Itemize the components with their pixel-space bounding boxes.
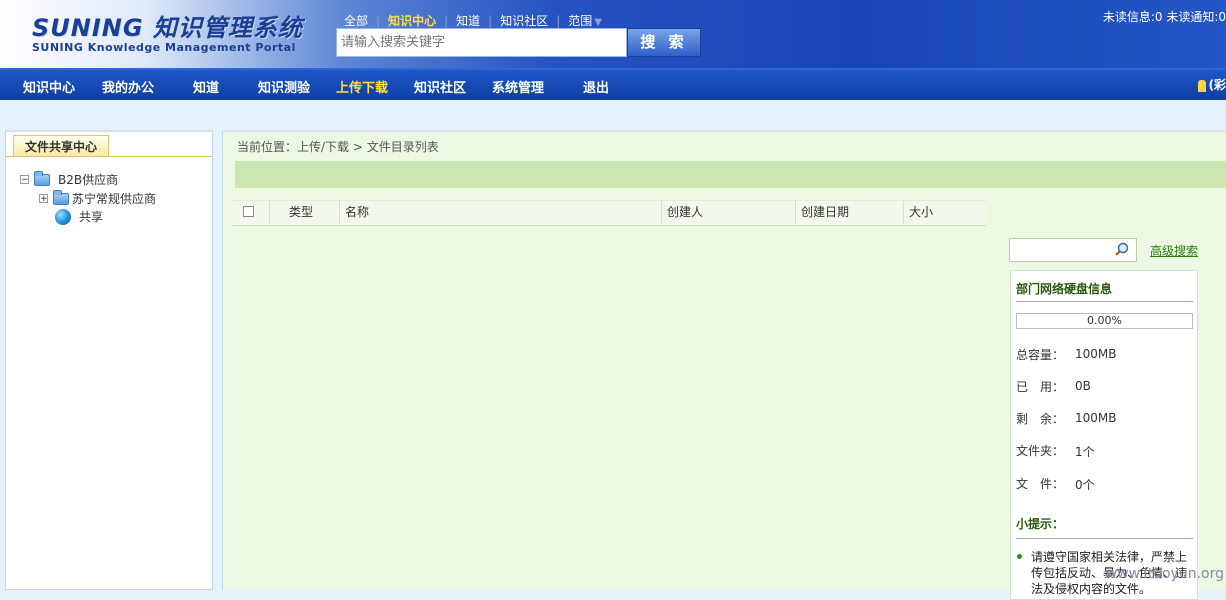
info-value-remaining: 100MB xyxy=(1075,411,1117,425)
main-nav: 知识中心 我的办公 知道 知识测验 上传下载 知识社区 系统管理 退出 (彩 xyxy=(0,68,1226,100)
person-icon xyxy=(1198,80,1206,92)
nav-item-my-office[interactable]: 我的办公 xyxy=(102,77,154,96)
column-header-type[interactable]: 类型 xyxy=(269,201,339,224)
info-value-used: 0B xyxy=(1075,379,1091,393)
info-value-total: 100MB xyxy=(1075,347,1117,361)
nav-item-logout[interactable]: 退出 xyxy=(583,77,609,96)
search-input[interactable] xyxy=(336,28,627,57)
nav-item-system-admin[interactable]: 系统管理 xyxy=(492,77,544,96)
scope-link-community[interactable]: 知识社区 xyxy=(500,14,548,28)
logo[interactable]: SUNING 知识管理系统 xyxy=(32,8,303,43)
globe-icon xyxy=(55,209,71,225)
table-header: 类型 名称 创建人 创建日期 大小 xyxy=(231,200,986,226)
header: SUNING 知识管理系统 SUNING Knowledge Managemen… xyxy=(0,0,1226,68)
scope-link-range[interactable]: 范围 xyxy=(568,14,592,28)
tab-underline xyxy=(6,156,212,157)
divider: | xyxy=(376,14,380,28)
disk-info-title: 部门网络硬盘信息 xyxy=(1016,280,1112,297)
select-all-checkbox[interactable] xyxy=(243,206,254,217)
tree-node-label: 共享 xyxy=(79,208,103,225)
logo-subtitle: SUNING Knowledge Management Portal xyxy=(32,41,296,54)
nav-item-knowledge-center[interactable]: 知识中心 xyxy=(23,77,75,96)
watermark: www.ftooyun.org xyxy=(1106,566,1224,582)
theme-switch[interactable]: (彩 xyxy=(1198,76,1226,93)
column-header-size[interactable]: 大小 xyxy=(903,201,986,224)
search-icon[interactable] xyxy=(1115,242,1129,256)
select-all-cell xyxy=(231,201,269,224)
collapse-icon[interactable]: − xyxy=(20,175,29,184)
column-header-creator[interactable]: 创建人 xyxy=(661,201,795,224)
bullet-icon xyxy=(1017,554,1022,559)
scope-link-all[interactable]: 全部 xyxy=(344,14,368,28)
divider: | xyxy=(488,14,492,28)
file-share-panel: 文件共享中心 − B2B供应商 + 苏宁常规供应商 共享 xyxy=(5,130,213,590)
progress-text: 0.00% xyxy=(1017,314,1192,328)
divider: | xyxy=(444,14,448,28)
tree-node-shared[interactable]: 共享 xyxy=(55,208,103,225)
file-list-area: 当前位置：上传/下载 > 文件目录列表 类型 名称 创建人 创建日期 大小 高级… xyxy=(222,130,1226,590)
search-scope-links: 全部 | 知识中心 | 知道 | 知识社区 | 范围▼ xyxy=(344,12,602,29)
toolbar-bar xyxy=(235,161,1226,188)
expand-icon[interactable]: + xyxy=(39,194,48,203)
info-label-folders: 文件夹： xyxy=(1016,442,1064,459)
info-label-used: 已 用： xyxy=(1016,378,1064,395)
info-label-total: 总容量： xyxy=(1016,346,1064,363)
divider xyxy=(1016,301,1193,302)
info-label-remaining: 剩 余： xyxy=(1016,410,1064,427)
folder-icon xyxy=(53,193,69,205)
scope-link-knowledge-center[interactable]: 知识中心 xyxy=(388,14,436,28)
tip-title: 小提示： xyxy=(1016,515,1064,532)
scope-link-zhidao[interactable]: 知道 xyxy=(456,14,480,28)
column-header-created-date[interactable]: 创建日期 xyxy=(795,201,903,224)
breadcrumb: 当前位置：上传/下载 > 文件目录列表 xyxy=(237,138,439,155)
divider xyxy=(1016,538,1193,539)
info-value-folders: 1个 xyxy=(1075,443,1095,460)
nav-item-zhidao[interactable]: 知道 xyxy=(193,77,219,96)
nav-item-upload-download[interactable]: 上传下载 xyxy=(336,77,388,96)
tree-node-suning-suppliers[interactable]: + 苏宁常规供应商 xyxy=(39,190,156,207)
tree-node-label: 苏宁常规供应商 xyxy=(72,190,156,207)
info-label-files: 文 件： xyxy=(1016,475,1064,492)
folder-open-icon xyxy=(34,174,50,186)
tree-node-b2b[interactable]: − B2B供应商 xyxy=(20,171,118,188)
divider: | xyxy=(556,14,560,28)
info-value-files: 0个 xyxy=(1075,476,1095,493)
advanced-search-link[interactable]: 高级搜索 xyxy=(1150,242,1198,259)
tree-node-label: B2B供应商 xyxy=(58,171,118,188)
nav-item-quiz[interactable]: 知识测验 xyxy=(258,77,310,96)
disk-info-panel: 部门网络硬盘信息 0.00% 总容量： 100MB 已 用： 0B 剩 余： 1… xyxy=(1010,270,1198,600)
tab-file-share-center[interactable]: 文件共享中心 xyxy=(13,135,109,157)
nav-item-community[interactable]: 知识社区 xyxy=(414,77,466,96)
theme-label: (彩 xyxy=(1209,78,1226,92)
disk-usage-progress: 0.00% xyxy=(1016,313,1193,329)
unread-counts[interactable]: 未读信息:0 未读通知:0 xyxy=(1103,8,1226,25)
chevron-down-icon[interactable]: ▼ xyxy=(594,17,602,28)
column-header-name[interactable]: 名称 xyxy=(339,201,661,224)
search-button[interactable]: 搜 索 xyxy=(627,28,701,57)
